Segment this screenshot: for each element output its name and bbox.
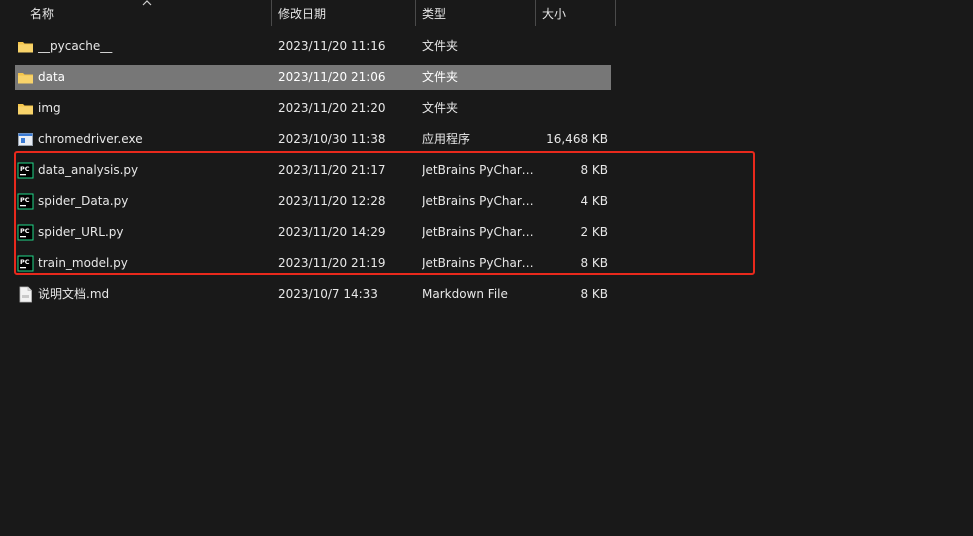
file-row-readme-md[interactable]: 说明文档.md 2023/10/7 14:33 Markdown File 8 …: [15, 282, 611, 307]
file-date: 2023/11/20 21:06: [278, 70, 386, 84]
file-date: 2023/11/20 21:20: [278, 101, 386, 115]
column-divider[interactable]: [271, 0, 272, 26]
file-name: chromedriver.exe: [38, 132, 143, 146]
file-row-data[interactable]: data 2023/11/20 21:06 文件夹: [15, 65, 611, 90]
file-type: 应用程序: [422, 132, 471, 146]
exe-icon: [18, 133, 33, 146]
file-size: [535, 34, 608, 59]
column-header-type[interactable]: 类型: [422, 0, 530, 26]
file-date: 2023/11/20 11:16: [278, 39, 386, 53]
column-divider[interactable]: [415, 0, 416, 26]
file-row-chromedriver[interactable]: chromedriver.exe 2023/10/30 11:38 应用程序 1…: [15, 127, 611, 152]
column-header-size[interactable]: 大小: [542, 0, 612, 26]
file-row-pycache[interactable]: __pycache__ 2023/11/20 11:16 文件夹: [15, 34, 611, 59]
markdown-file-icon: [19, 286, 32, 303]
column-header-name[interactable]: 名称: [30, 0, 260, 26]
file-type: Markdown File: [422, 287, 508, 301]
annotation-highlight-box: [14, 151, 755, 275]
file-date: 2023/10/30 11:38: [278, 132, 386, 146]
file-row-img[interactable]: img 2023/11/20 21:20 文件夹: [15, 96, 611, 121]
file-type: 文件夹: [422, 39, 459, 53]
column-divider[interactable]: [535, 0, 536, 26]
folder-icon: [18, 73, 33, 84]
file-name: data: [38, 70, 66, 84]
file-size: [535, 96, 608, 121]
file-size: [535, 65, 608, 90]
file-type: 文件夹: [422, 70, 459, 84]
file-name: __pycache__: [38, 39, 113, 53]
file-explorer-view: 名称 修改日期 类型 大小 __pycache__ 2023/11/20 11:…: [0, 0, 973, 536]
folder-icon: [18, 42, 33, 53]
file-size: 8 KB: [580, 287, 608, 301]
file-size: 16,468 KB: [546, 132, 608, 146]
folder-icon: [18, 104, 33, 115]
file-name: img: [38, 101, 61, 115]
column-divider[interactable]: [615, 0, 616, 26]
file-date: 2023/10/7 14:33: [278, 287, 378, 301]
column-header-date[interactable]: 修改日期: [278, 0, 408, 26]
column-header-bar: 名称 修改日期 类型 大小: [0, 0, 973, 26]
file-type: 文件夹: [422, 101, 459, 115]
file-name: 说明文档.md: [38, 287, 110, 301]
